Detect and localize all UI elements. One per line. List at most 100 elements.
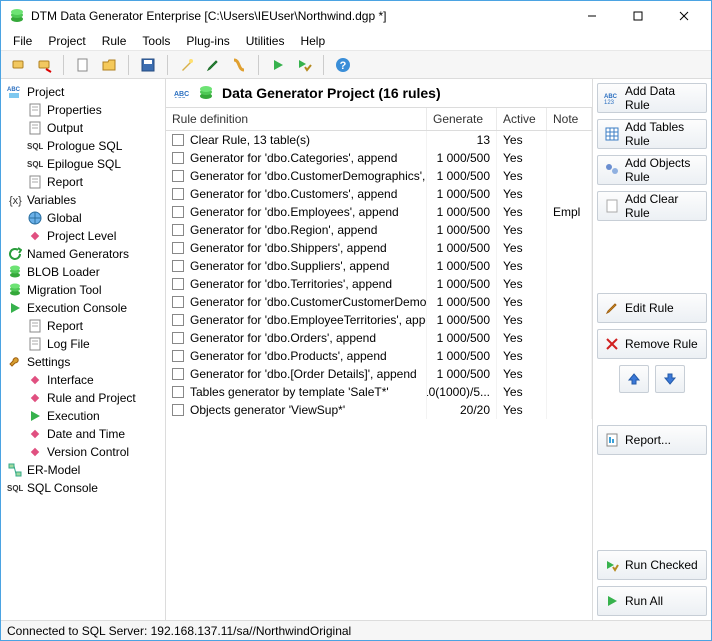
tb-connect[interactable] [7,54,29,76]
report-button[interactable]: Report... [597,425,707,455]
move-down-button[interactable] [655,365,685,393]
row-checkbox[interactable] [172,404,184,416]
tree-node[interactable]: Project Level [3,227,163,245]
menu-rule[interactable]: Rule [94,32,135,50]
add-objects-rule-button[interactable]: Add Objects Rule [597,155,707,185]
tree-node[interactable]: Log File [3,335,163,353]
tb-save[interactable] [137,54,159,76]
tb-new[interactable] [72,54,94,76]
col-active[interactable]: Active [497,108,547,130]
tree-node[interactable]: BLOB Loader [3,263,163,281]
add-clear-rule-button[interactable]: Add Clear Rule [597,191,707,221]
table-row[interactable]: Generator for 'dbo.CustomerDemographics'… [166,167,592,185]
tree-node[interactable]: Execution [3,407,163,425]
tree-node[interactable]: Interface [3,371,163,389]
tree-panel[interactable]: ABCProjectPropertiesOutputSQLPrologue SQ… [1,79,166,620]
table-row[interactable]: Generator for 'dbo.Shippers', append1 00… [166,239,592,257]
edit-rule-button[interactable]: Edit Rule [597,293,707,323]
tree-node[interactable]: Execution Console [3,299,163,317]
row-checkbox[interactable] [172,206,184,218]
menu-plugins[interactable]: Plug-ins [178,32,237,50]
remove-rule-button[interactable]: Remove Rule [597,329,707,359]
menu-file[interactable]: File [5,32,40,50]
table-row[interactable]: Generator for 'dbo.EmployeeTerritories',… [166,311,592,329]
run-checked-button[interactable]: Run Checked [597,550,707,580]
rule-active: Yes [497,383,547,401]
tree-node[interactable]: Report [3,317,163,335]
add-tables-rule-button[interactable]: Add Tables Rule [597,119,707,149]
diamond-icon [27,372,43,388]
row-checkbox[interactable] [172,350,184,362]
tb-script[interactable] [228,54,250,76]
row-checkbox[interactable] [172,260,184,272]
add-data-rule-button[interactable]: ABC123 Add Data Rule [597,83,707,113]
table-row[interactable]: Generator for 'dbo.Region', append1 000/… [166,221,592,239]
tree-node[interactable]: Output [3,119,163,137]
menu-tools[interactable]: Tools [134,32,178,50]
col-note[interactable]: Note [547,108,592,130]
row-checkbox[interactable] [172,242,184,254]
table-row[interactable]: Generator for 'dbo.Products', append1 00… [166,347,592,365]
tree-node[interactable]: Named Generators [3,245,163,263]
table-row[interactable]: Generator for 'dbo.Suppliers', append1 0… [166,257,592,275]
row-checkbox[interactable] [172,188,184,200]
db-icon [7,264,23,280]
row-checkbox[interactable] [172,152,184,164]
menu-utilities[interactable]: Utilities [238,32,293,50]
tb-run-checked[interactable] [293,54,315,76]
row-checkbox[interactable] [172,134,184,146]
row-checkbox[interactable] [172,386,184,398]
row-checkbox[interactable] [172,296,184,308]
tree-node[interactable]: Rule and Project [3,389,163,407]
menu-help[interactable]: Help [292,32,333,50]
tree-node[interactable]: SQLEpilogue SQL [3,155,163,173]
tree-node[interactable]: Global [3,209,163,227]
body: ABCProjectPropertiesOutputSQLPrologue SQ… [1,79,711,620]
row-checkbox[interactable] [172,332,184,344]
tree-node[interactable]: ABCProject [3,83,163,101]
close-button[interactable] [661,2,707,30]
table-row[interactable]: Generator for 'dbo.CustomerCustomerDemo'… [166,293,592,311]
tree-node[interactable]: SQLSQL Console [3,479,163,497]
tb-help[interactable]: ? [332,54,354,76]
pencil-icon [604,300,620,316]
rule-active: Yes [497,293,547,311]
col-generate[interactable]: Generate [427,108,497,130]
minimize-button[interactable] [569,2,615,30]
table-row[interactable]: Tables generator by template 'SaleT*'10(… [166,383,592,401]
table-row[interactable]: Objects generator 'ViewSup*'20/20Yes [166,401,592,419]
col-definition[interactable]: Rule definition [166,108,427,130]
tb-edit[interactable] [202,54,224,76]
tb-wizard[interactable] [176,54,198,76]
row-checkbox[interactable] [172,314,184,326]
tree-node[interactable]: ER-Model [3,461,163,479]
run-all-button[interactable]: Run All [597,586,707,616]
tree-node[interactable]: Properties [3,101,163,119]
row-checkbox[interactable] [172,170,184,182]
move-up-button[interactable] [619,365,649,393]
tb-disconnect[interactable] [33,54,55,76]
row-checkbox[interactable] [172,224,184,236]
rules-grid[interactable]: Rule definition Generate Active Note Cle… [166,107,592,620]
table-row[interactable]: Generator for 'dbo.Territories', append1… [166,275,592,293]
tree-node[interactable]: Report [3,173,163,191]
tb-run[interactable] [267,54,289,76]
table-row[interactable]: Generator for 'dbo.Customers', append1 0… [166,185,592,203]
table-row[interactable]: Generator for 'dbo.Orders', append1 000/… [166,329,592,347]
maximize-button[interactable] [615,2,661,30]
table-row[interactable]: Generator for 'dbo.[Order Details]', app… [166,365,592,383]
tree-node[interactable]: Version Control [3,443,163,461]
row-checkbox[interactable] [172,368,184,380]
table-row[interactable]: Generator for 'dbo.Employees', append1 0… [166,203,592,221]
tree-node[interactable]: SQLPrologue SQL [3,137,163,155]
row-checkbox[interactable] [172,278,184,290]
table-row[interactable]: Generator for 'dbo.Categories', append1 … [166,149,592,167]
tree-node[interactable]: {x}Variables [3,191,163,209]
table-row[interactable]: Clear Rule, 13 table(s)13Yes [166,131,592,149]
tree-node[interactable]: Settings [3,353,163,371]
tree-node[interactable]: Migration Tool [3,281,163,299]
tb-open[interactable] [98,54,120,76]
rule-active: Yes [497,329,547,347]
tree-node[interactable]: Date and Time [3,425,163,443]
menu-project[interactable]: Project [40,32,93,50]
